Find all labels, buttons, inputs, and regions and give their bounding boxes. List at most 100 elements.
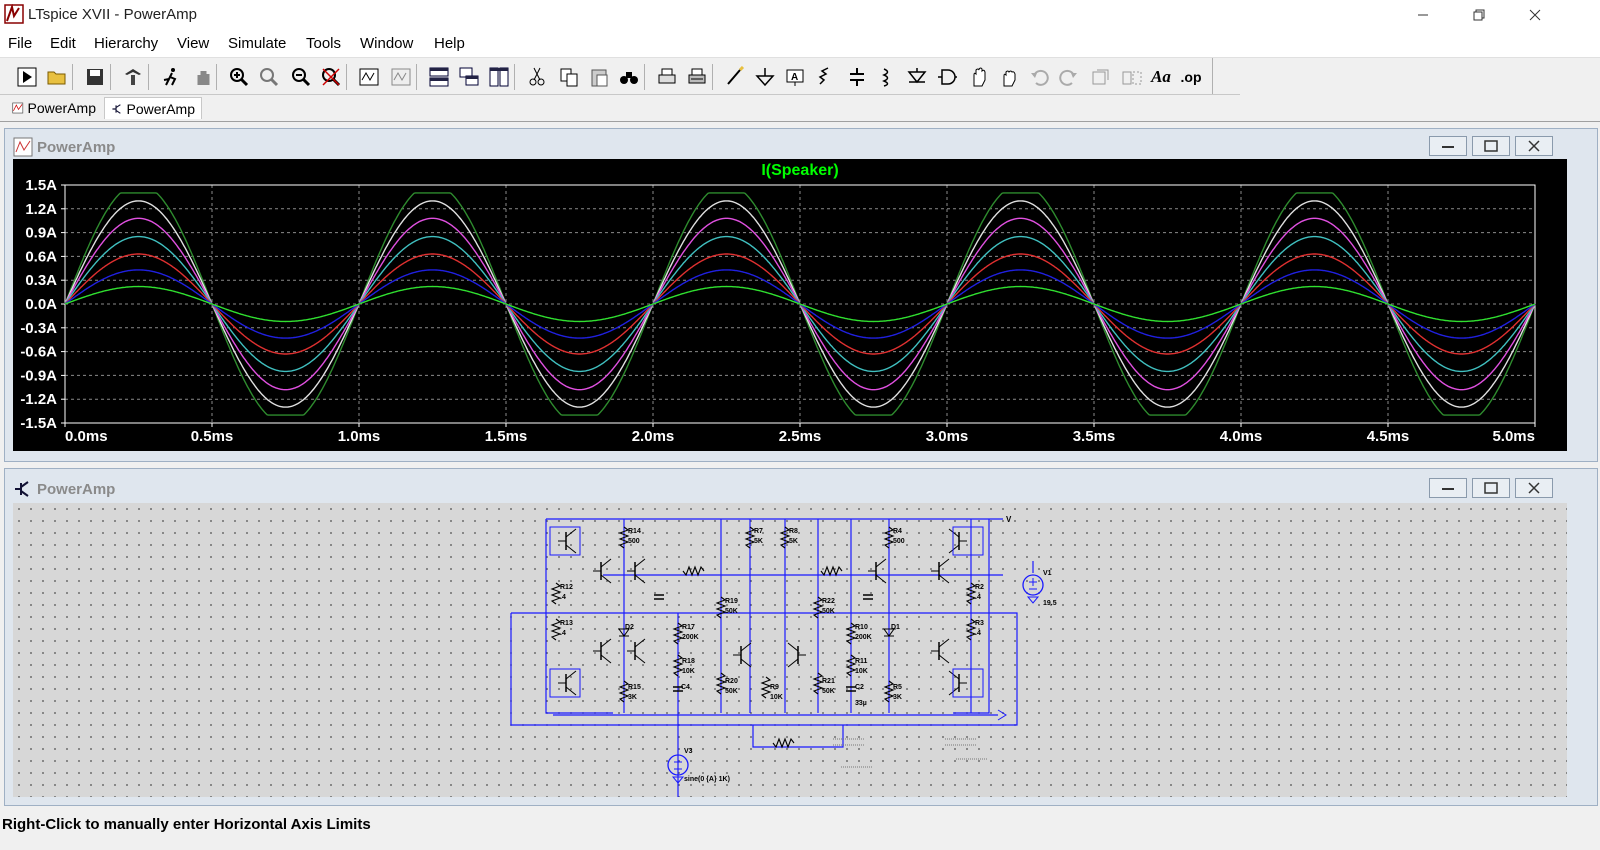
print-button[interactable] [654, 64, 680, 90]
redo-button[interactable] [1056, 64, 1082, 90]
component-label: sine(0 {A} 1K) [684, 776, 730, 783]
transistor[interactable] [627, 558, 646, 584]
capacitor-button[interactable] [844, 64, 870, 90]
x-tick-label: 2.0ms [632, 428, 675, 445]
schematic-close-button[interactable] [1515, 478, 1553, 498]
transistor[interactable] [733, 642, 752, 668]
label-button[interactable]: A [782, 64, 808, 90]
paste-button[interactable] [586, 64, 612, 90]
print-setup-button[interactable] [684, 64, 710, 90]
cascade-button[interactable] [456, 64, 482, 90]
transistor[interactable] [931, 558, 950, 584]
status-text: Right-Click to manually enter Horizontal… [2, 816, 371, 833]
run-button[interactable] [14, 64, 40, 90]
transistor[interactable] [593, 638, 612, 664]
pan-button[interactable] [190, 64, 216, 90]
move-button[interactable] [966, 64, 992, 90]
schematic-minimize-button[interactable] [1429, 478, 1467, 498]
control-panel-button[interactable] [120, 64, 146, 90]
transistor[interactable] [787, 642, 806, 668]
waveform-plot[interactable]: 0.0ms 0.5ms 1.0ms 1.5ms 2.0ms 2.5ms 3.0ms 3.5ms… [13, 159, 1567, 451]
trace-label[interactable]: I(Speaker) [761, 162, 838, 179]
tile-vertical-button[interactable] [486, 64, 512, 90]
inductor-button[interactable] [874, 64, 900, 90]
menu-hierarchy[interactable]: Hierarchy [94, 35, 158, 52]
component-label: R8 [789, 528, 798, 535]
zoom-area-button[interactable] [256, 64, 282, 90]
menu-file[interactable]: File [8, 35, 32, 52]
menu-edit[interactable]: Edit [50, 35, 76, 52]
plot-close-button[interactable] [1515, 136, 1553, 156]
resistor[interactable] [772, 737, 795, 749]
transistor[interactable] [627, 638, 646, 664]
transistor[interactable] [593, 558, 612, 584]
tile-horizontal-button[interactable] [426, 64, 452, 90]
transistor[interactable] [868, 558, 887, 584]
zoom-cancel-button[interactable] [318, 64, 344, 90]
transistor[interactable] [931, 638, 950, 664]
find-button[interactable] [616, 64, 642, 90]
zoom-in-button[interactable] [226, 64, 252, 90]
wire-button[interactable] [722, 64, 748, 90]
menu-bar: File Edit Hierarchy View Simulate Tools … [0, 30, 1600, 58]
drag-button[interactable] [996, 64, 1022, 90]
transistor[interactable] [948, 670, 967, 696]
resistor-button[interactable] [814, 64, 840, 90]
cut-button[interactable] [524, 64, 550, 90]
ground-button[interactable] [752, 64, 778, 90]
resistor[interactable] [550, 618, 562, 641]
x-tick-label: 1.5ms [485, 428, 528, 445]
bottom-feedback [752, 725, 844, 748]
resistor[interactable] [820, 565, 843, 577]
y-tick-label: 0.0A [25, 296, 57, 313]
plot-maximize-button[interactable] [1472, 136, 1510, 156]
svg-text:A: A [791, 72, 798, 83]
autorange-button[interactable] [356, 64, 382, 90]
menu-simulate[interactable]: Simulate [228, 35, 286, 52]
minimize-button[interactable] [1400, 0, 1446, 30]
window-title: LTspice XVII - PowerAmp [28, 6, 197, 23]
close-button[interactable] [1512, 0, 1558, 30]
component-label: 200K [682, 634, 699, 641]
waveform-chart[interactable]: 0.0ms 0.5ms 1.0ms 1.5ms 2.0ms 2.5ms 3.0ms 3.5ms… [13, 159, 1567, 451]
menu-help[interactable]: Help [434, 35, 465, 52]
menu-window[interactable]: Window [360, 35, 413, 52]
schematic-drawing[interactable]: R14 500 R7 5K R8 5K R4 500 R12 .4 R2 .4 R13 .4 R3 .4 R19… [13, 503, 1567, 803]
x-tick-label: 0.0ms [65, 428, 108, 445]
menu-view[interactable]: View [177, 35, 209, 52]
restore-button[interactable] [1456, 0, 1502, 30]
halt-button[interactable] [158, 64, 184, 90]
tab-schematic[interactable]: PowerAmp [104, 97, 202, 119]
text-button[interactable]: Aa [1148, 64, 1174, 90]
save-button[interactable] [82, 64, 108, 90]
transistor[interactable] [948, 528, 967, 554]
zoom-out-button[interactable] [288, 64, 314, 90]
component-label: R14 [628, 528, 641, 535]
component-label: R7 [754, 528, 763, 535]
component-label: 50K [822, 608, 835, 615]
control-panel-icon [125, 69, 141, 85]
transistor[interactable] [558, 670, 577, 696]
copy-button[interactable] [556, 64, 582, 90]
toolbar-separator [644, 64, 645, 90]
menu-tools[interactable]: Tools [306, 35, 341, 52]
diode-button[interactable] [904, 64, 930, 90]
waveform-button[interactable] [388, 64, 414, 90]
component-button[interactable] [934, 64, 960, 90]
transistor[interactable] [558, 528, 577, 554]
x-tick-label: 3.0ms [926, 428, 969, 445]
toolbar-separator [148, 64, 149, 90]
spice-directive-button[interactable]: .op [1178, 64, 1204, 90]
rotate-button[interactable] [1088, 64, 1114, 90]
schematic-canvas[interactable]: R14 500 R7 5K R8 5K R4 500 R12 .4 R2 .4 R13 .4 R3 .4 R19… [13, 503, 1567, 803]
resistor[interactable] [550, 582, 562, 605]
mirror-button[interactable] [1118, 64, 1144, 90]
open-button[interactable] [44, 64, 70, 90]
undo-button[interactable] [1026, 64, 1052, 90]
resistor[interactable] [682, 565, 705, 577]
tab-waveform[interactable]: PowerAmp [6, 97, 102, 119]
plot-minimize-button[interactable] [1429, 136, 1467, 156]
toolbar-separator [216, 64, 217, 90]
resistor[interactable] [760, 676, 772, 699]
schematic-maximize-button[interactable] [1472, 478, 1510, 498]
